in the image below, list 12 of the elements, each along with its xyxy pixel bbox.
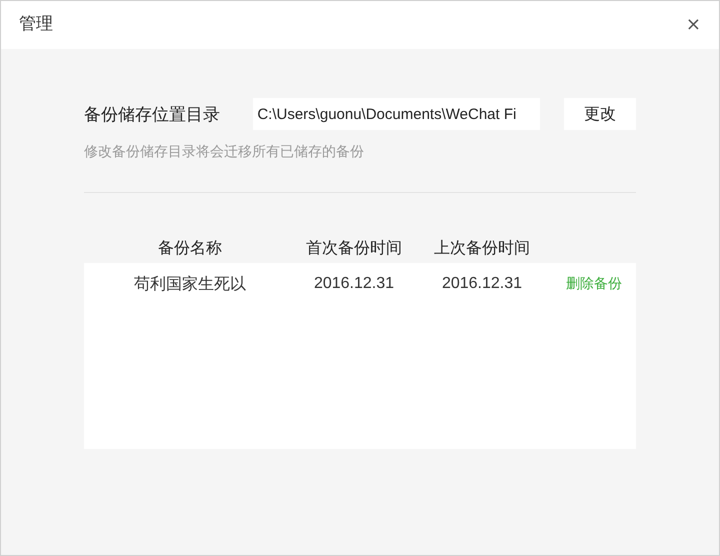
location-label: 备份储存位置目录 [84, 104, 221, 128]
hint-text: 修改备份储存目录将会迁移所有已储存的备份 [84, 143, 365, 162]
path-field[interactable]: C:\Users\guonu\Documents\WeChat Fi [253, 98, 540, 130]
column-header: 上次备份时间 [434, 237, 530, 259]
table-cell-text: 2016.12.31 [314, 274, 394, 294]
close-button[interactable]: × [686, 16, 701, 34]
change-button[interactable]: 更改 [564, 98, 636, 130]
window-title: 管理 [19, 13, 53, 36]
column-header: 首次备份时间 [306, 237, 402, 259]
table-cell-text: 苟利国家生死以 [134, 273, 246, 295]
column-header: 备份名称 [158, 237, 222, 259]
table-cell-text: 2016.12.31 [442, 274, 522, 294]
